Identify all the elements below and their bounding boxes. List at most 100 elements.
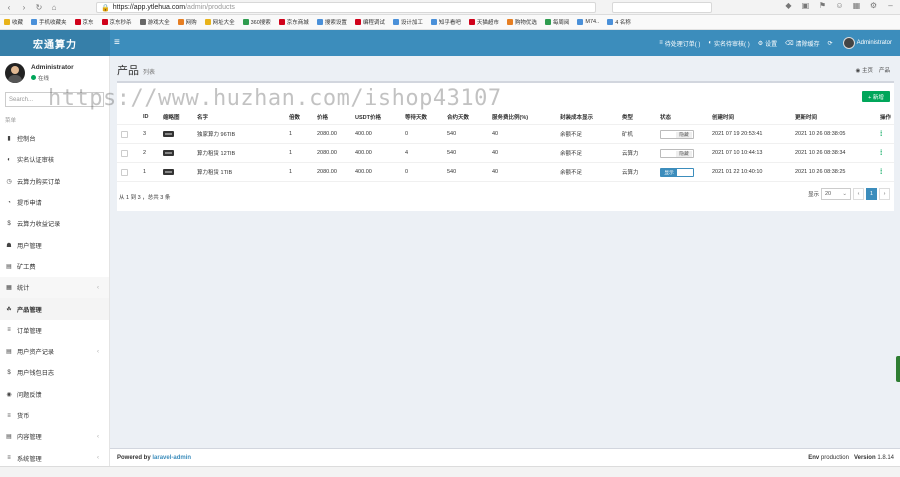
browser-extension-icons: ◆ ▣ ⚑ ☺ ▦ ⚙ – (783, 1, 896, 10)
forward-icon[interactable]: › (18, 1, 30, 13)
app-logo[interactable]: 宏通算力 (0, 30, 110, 56)
bookmark-item[interactable]: 京东 (74, 18, 94, 26)
product-thumbnail (163, 131, 174, 137)
sidebar-item-4[interactable]: $ 云算力收益记录 (0, 213, 109, 234)
bookmark-item[interactable]: 京东商城 (278, 18, 309, 26)
per-page-value: 20 (825, 191, 832, 197)
extension-icon[interactable]: ◆ (783, 1, 794, 10)
page-1-button[interactable]: 1 (866, 188, 877, 200)
table-cell: 显示 (660, 163, 694, 181)
bookmark-item[interactable]: 京东秒杀 (101, 18, 132, 26)
user-menu[interactable]: Administrator (842, 37, 892, 49)
sidebar-item-label: 产品管理 (17, 306, 42, 314)
breadcrumb-home[interactable]: ◉ 主页 (856, 66, 873, 74)
status-toggle[interactable]: 隐藏 (660, 148, 694, 158)
per-page-select[interactable]: 20 ⌄ (821, 188, 851, 200)
header-action-label: 待处理订单( ) (664, 41, 701, 48)
status-toggle[interactable]: 隐藏 (660, 129, 694, 139)
bookmark-item[interactable]: M74.. (577, 19, 599, 25)
sidebar-item-label: 订单管理 (17, 327, 42, 335)
bookmark-item[interactable]: 游戏大全 (139, 18, 170, 26)
sidebar-item-5[interactable]: ☗ 用户管理 (0, 234, 109, 255)
bookmark-item[interactable]: 每周阅 (544, 18, 569, 26)
sidebar-item-11[interactable]: $ 用户钱包日志 (0, 362, 109, 383)
table-cell: 云算力 (622, 170, 639, 176)
row-checkbox[interactable] (121, 168, 128, 176)
page-next-button[interactable]: › (879, 188, 890, 200)
bookmark-item[interactable]: 知乎看吧 (430, 18, 461, 26)
minimize-icon[interactable]: – (885, 1, 896, 10)
column-header: 封装成本显示 (560, 115, 594, 121)
table-cell: 隐藏 (660, 125, 694, 143)
profile-icon[interactable]: ☺ (834, 1, 845, 10)
bookmark-item[interactable]: 收藏 (4, 18, 23, 26)
sidebar-search-input[interactable]: Search... (5, 92, 104, 107)
sidebar-item-14[interactable]: ▤ 内容管理 ‹ (0, 426, 109, 447)
status-toggle[interactable]: 显示 (660, 167, 694, 177)
menu-toggle-icon[interactable]: ≡ (114, 37, 120, 48)
page-prev-button[interactable]: ‹ (853, 188, 864, 200)
side-feedback-tab[interactable] (896, 356, 900, 382)
table-cell: ⁞ (880, 125, 882, 143)
user-name: Administrator (31, 63, 74, 71)
row-checkbox[interactable] (121, 130, 128, 138)
bookmark-item[interactable]: 搜索设置 (316, 18, 347, 26)
sidebar-section-label: 菜单 (5, 118, 17, 124)
header-action-2[interactable]: ⚙ 设置 (758, 39, 777, 48)
laravel-admin-link[interactable]: laravel-admin (152, 455, 191, 461)
home-icon[interactable]: ⌂ (48, 1, 60, 13)
back-icon[interactable]: ‹ (3, 1, 15, 13)
row-checkbox[interactable] (121, 149, 128, 157)
sidebar-item-icon: ≡ (7, 327, 11, 334)
extension-icon[interactable]: ▣ (800, 1, 811, 10)
breadcrumb-current: 产品 (878, 68, 890, 74)
sidebar-item-10[interactable]: ▤ 用户资产记录 ‹ (0, 341, 109, 362)
bookmark-item[interactable]: 天猫超市 (468, 18, 499, 26)
sidebar-item-2[interactable]: ◷ 云算力购买订单 (0, 171, 109, 192)
sidebar-item-1[interactable]: ◐ 实名认证审核 (0, 149, 109, 170)
row-actions-icon[interactable]: ⁞ (880, 150, 882, 157)
browser-toolbar: ‹ › ↻ ⌂ 🔒 https://app.ytlehua.com/admin/… (0, 0, 900, 15)
user-menu-label: Administrator (856, 40, 892, 46)
address-bar[interactable]: 🔒 https://app.ytlehua.com/admin/products (96, 2, 596, 13)
header-action-0[interactable]: ≡ 待处理订单( ) (659, 39, 700, 48)
header-action-label: 实名待审核( ) (714, 41, 750, 48)
sidebar-item-12[interactable]: ◉ 问题反馈 (0, 384, 109, 405)
bookmark-item[interactable]: 手机收藏夹 (31, 18, 67, 26)
row-actions-icon[interactable]: ⁞ (880, 169, 882, 176)
reload-icon[interactable]: ↻ (33, 1, 45, 13)
bookmark-item[interactable]: 购物优选 (506, 18, 537, 26)
bookmark-item[interactable]: 360搜索 (242, 18, 271, 26)
table-cell (163, 163, 174, 181)
bookmark-item[interactable]: 网购 (177, 18, 197, 26)
table-row: 1 算力租赁 1TIB 1 2080.00 400.00 0 540 40 余额不足 云算力 显示 2… (117, 163, 894, 182)
bookmark-label: 搜索设置 (324, 20, 347, 26)
extension-icon[interactable]: ⚑ (817, 1, 828, 10)
settings-icon[interactable]: ⚙ (868, 1, 879, 10)
sidebar-item-7[interactable]: ▦ 统计 ‹ (0, 277, 109, 299)
apps-icon[interactable]: ▦ (851, 1, 862, 10)
bookmark-label: 网购 (185, 20, 197, 26)
browser-search-input[interactable] (612, 2, 712, 13)
bookmark-item[interactable]: 网址大全 (204, 18, 235, 26)
bookmark-item[interactable]: 4 名称 (607, 18, 631, 26)
sidebar-item-3[interactable]: ◔ 提币申请 (0, 192, 109, 213)
bookmark-item[interactable]: 编程调试 (354, 18, 385, 26)
header-action-4[interactable]: ⟳ (828, 40, 835, 47)
sidebar-item-13[interactable]: ≡ 货币 (0, 405, 109, 426)
bookmark-label: 网址大全 (212, 20, 235, 26)
sidebar-item-label: 控制台 (17, 136, 36, 144)
sidebar-item-9[interactable]: ≡ 订单管理 (0, 320, 109, 341)
sidebar-item-6[interactable]: ▤ 矿工费 (0, 256, 109, 277)
sidebar-item-8[interactable]: ☘ 产品管理 (0, 298, 109, 320)
header-action-1[interactable]: ◐ 实名待审核( ) (708, 39, 749, 48)
sidebar-item-icon: ▦ (6, 285, 12, 292)
new-product-button[interactable]: + 新增 (862, 91, 890, 102)
row-checkbox-cell (121, 163, 128, 181)
header-action-3[interactable]: ⌫ 清除缓存 (785, 39, 820, 48)
bookmark-item[interactable]: 设计加工 (392, 18, 423, 26)
row-actions-icon[interactable]: ⁞ (880, 131, 882, 138)
sidebar-item-0[interactable]: ▮ 控制台 (0, 128, 109, 149)
table-cell: 余额不足 (560, 132, 583, 138)
column-header: 合约天数 (447, 115, 470, 121)
